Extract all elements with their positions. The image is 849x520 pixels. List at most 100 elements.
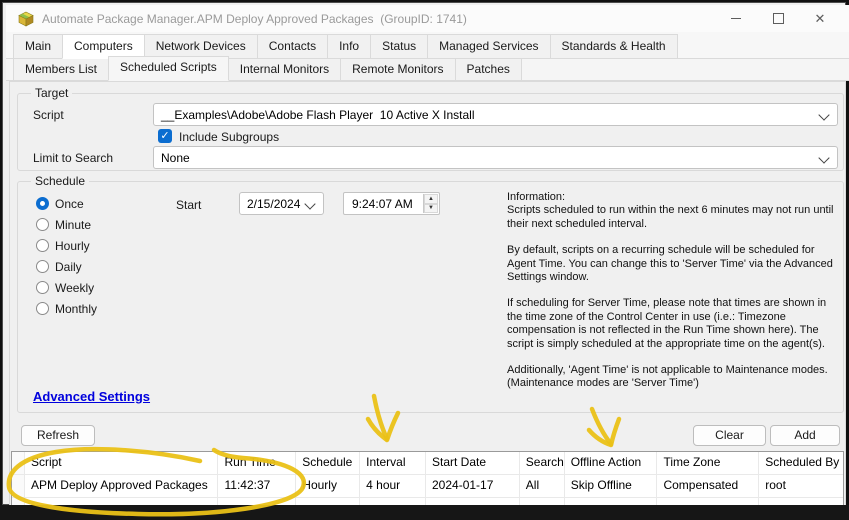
cell-search: All <box>520 475 565 497</box>
primary-tab-bar: MainComputersNetwork DevicesContactsInfo… <box>6 32 849 59</box>
cell-offline-action: Skip Offline <box>565 475 658 497</box>
spinner-buttons: ▲ ▼ <box>423 194 438 213</box>
limit-to-search-label: Limit to Search <box>33 151 113 165</box>
info-paragraph: Additionally, 'Agent Time' is not applic… <box>507 364 845 391</box>
grid-header-row: ScriptRun TimeScheduleIntervalStart Date… <box>12 452 843 475</box>
radio-option-label: Hourly <box>55 239 90 253</box>
refresh-button[interactable]: Refresh <box>21 425 95 446</box>
column-header-search[interactable]: Search <box>520 452 565 474</box>
column-header-offline-action[interactable]: Offline Action <box>565 452 658 474</box>
scheduled-scripts-grid: ScriptRun TimeScheduleIntervalStart Date… <box>11 451 844 508</box>
column-header-script[interactable]: Script <box>25 452 219 474</box>
start-label: Start <box>176 198 201 212</box>
chevron-down-icon <box>818 109 829 120</box>
radio-option-hourly[interactable]: Hourly <box>36 235 97 256</box>
radio-option-minute[interactable]: Minute <box>36 214 97 235</box>
script-dropdown-value: __Examples\Adobe\Adobe Flash Player 10 A… <box>161 108 475 122</box>
limit-to-search-value: None <box>161 151 190 165</box>
target-legend: Target <box>31 86 72 100</box>
column-header-schedule[interactable]: Schedule <box>296 452 360 474</box>
schedule-information-text: Information:Scripts scheduled to run wit… <box>507 191 845 404</box>
chevron-down-icon <box>818 152 829 163</box>
radio-option-weekly[interactable]: Weekly <box>36 277 97 298</box>
grid-body: APM Deploy Approved Packages11:42:37Hour… <box>12 475 843 508</box>
radio-option-daily[interactable]: Daily <box>36 256 97 277</box>
include-subgroups-label: Include Subgroups <box>179 130 279 144</box>
cell-run-time: 11:42:37 <box>218 475 296 497</box>
radio-option-label: Weekly <box>55 281 94 295</box>
column-header-start-date[interactable]: Start Date <box>426 452 520 474</box>
desktop-background-strip <box>0 505 849 520</box>
tab-patches[interactable]: Patches <box>455 58 522 81</box>
row-selector[interactable] <box>12 475 25 497</box>
info-paragraph: Information:Scripts scheduled to run wit… <box>507 191 845 231</box>
script-label: Script <box>33 108 64 122</box>
info-paragraph: By default, scripts on a recurring sched… <box>507 244 845 284</box>
tab-info[interactable]: Info <box>327 34 371 59</box>
schedule-frequency-options: Once Minute Hourly Daily Weekly Monthly <box>36 193 97 319</box>
include-subgroups-checkbox[interactable]: ✓ <box>158 129 172 143</box>
tab-members-list[interactable]: Members List <box>13 58 109 81</box>
cell-start-date: 2024-01-17 <box>426 475 520 497</box>
spin-up-button[interactable]: ▲ <box>424 194 438 204</box>
cell-interval: 4 hour <box>360 475 426 497</box>
chevron-down-icon <box>304 198 315 209</box>
start-time-value: 9:24:07 AM <box>352 197 413 211</box>
checkmark-icon: ✓ <box>160 130 169 142</box>
radio-button-icon <box>36 239 49 252</box>
column-header-scheduled-by[interactable]: Scheduled By <box>759 452 843 474</box>
column-header-run-time[interactable]: Run Time <box>218 452 296 474</box>
radio-option-label: Minute <box>55 218 91 232</box>
app-window: Automate Package Manager.APM Deploy Appr… <box>2 2 846 505</box>
column-header-interval[interactable]: Interval <box>360 452 426 474</box>
title-bar: Automate Package Manager.APM Deploy Appr… <box>6 5 849 32</box>
radio-option-monthly[interactable]: Monthly <box>36 298 97 319</box>
radio-button-icon <box>36 260 49 273</box>
radio-option-label: Daily <box>55 260 82 274</box>
spin-down-button[interactable]: ▼ <box>424 204 438 214</box>
secondary-tab-bar: Members ListScheduled ScriptsInternal Mo… <box>6 59 849 81</box>
start-date-picker[interactable]: 2/15/2024 <box>239 192 324 215</box>
table-row[interactable]: APM Deploy Approved Packages11:42:37Hour… <box>12 475 843 498</box>
cell-schedule: Hourly <box>296 475 360 497</box>
limit-to-search-dropdown[interactable]: None <box>153 146 838 169</box>
start-time-spinner[interactable]: 9:24:07 AM ▲ ▼ <box>343 192 440 215</box>
close-button[interactable]: ✕ <box>799 5 841 32</box>
row-selector-header <box>12 452 25 474</box>
schedule-legend: Schedule <box>31 174 89 188</box>
tab-standards-health[interactable]: Standards & Health <box>550 34 678 59</box>
window-title: Automate Package Manager.APM Deploy Appr… <box>42 12 467 26</box>
tab-main[interactable]: Main <box>13 34 63 59</box>
radio-button-icon <box>36 197 49 210</box>
cell-script: APM Deploy Approved Packages <box>25 475 219 497</box>
tab-contacts[interactable]: Contacts <box>257 34 328 59</box>
cell-time-zone: Compensated <box>657 475 759 497</box>
minimize-button[interactable] <box>715 5 757 32</box>
clear-button[interactable]: Clear <box>693 425 766 446</box>
radio-button-icon <box>36 302 49 315</box>
tab-status[interactable]: Status <box>370 34 428 59</box>
start-date-value: 2/15/2024 <box>247 197 300 211</box>
radio-option-label: Monthly <box>55 302 97 316</box>
window-controls: ✕ <box>715 5 841 32</box>
info-paragraph: If scheduling for Server Time, please no… <box>507 297 845 351</box>
advanced-settings-link[interactable]: Advanced Settings <box>33 389 150 404</box>
script-dropdown[interactable]: __Examples\Adobe\Adobe Flash Player 10 A… <box>153 103 838 126</box>
cell-scheduled-by: root <box>759 475 843 497</box>
tab-internal-monitors[interactable]: Internal Monitors <box>228 58 341 81</box>
tab-remote-monitors[interactable]: Remote Monitors <box>340 58 455 81</box>
add-button[interactable]: Add <box>770 425 840 446</box>
package-icon <box>18 11 34 27</box>
column-header-time-zone[interactable]: Time Zone <box>657 452 759 474</box>
radio-button-icon <box>36 218 49 231</box>
screenshot-root: Automate Package Manager.APM Deploy Appr… <box>0 0 849 520</box>
tab-managed-services[interactable]: Managed Services <box>427 34 550 59</box>
maximize-button[interactable] <box>757 5 799 32</box>
maximize-icon <box>773 13 784 24</box>
radio-option-label: Once <box>55 197 84 211</box>
radio-option-once[interactable]: Once <box>36 193 97 214</box>
tab-scheduled-scripts[interactable]: Scheduled Scripts <box>108 56 229 81</box>
minimize-icon <box>731 18 741 19</box>
radio-button-icon <box>36 281 49 294</box>
close-icon: ✕ <box>815 12 826 25</box>
